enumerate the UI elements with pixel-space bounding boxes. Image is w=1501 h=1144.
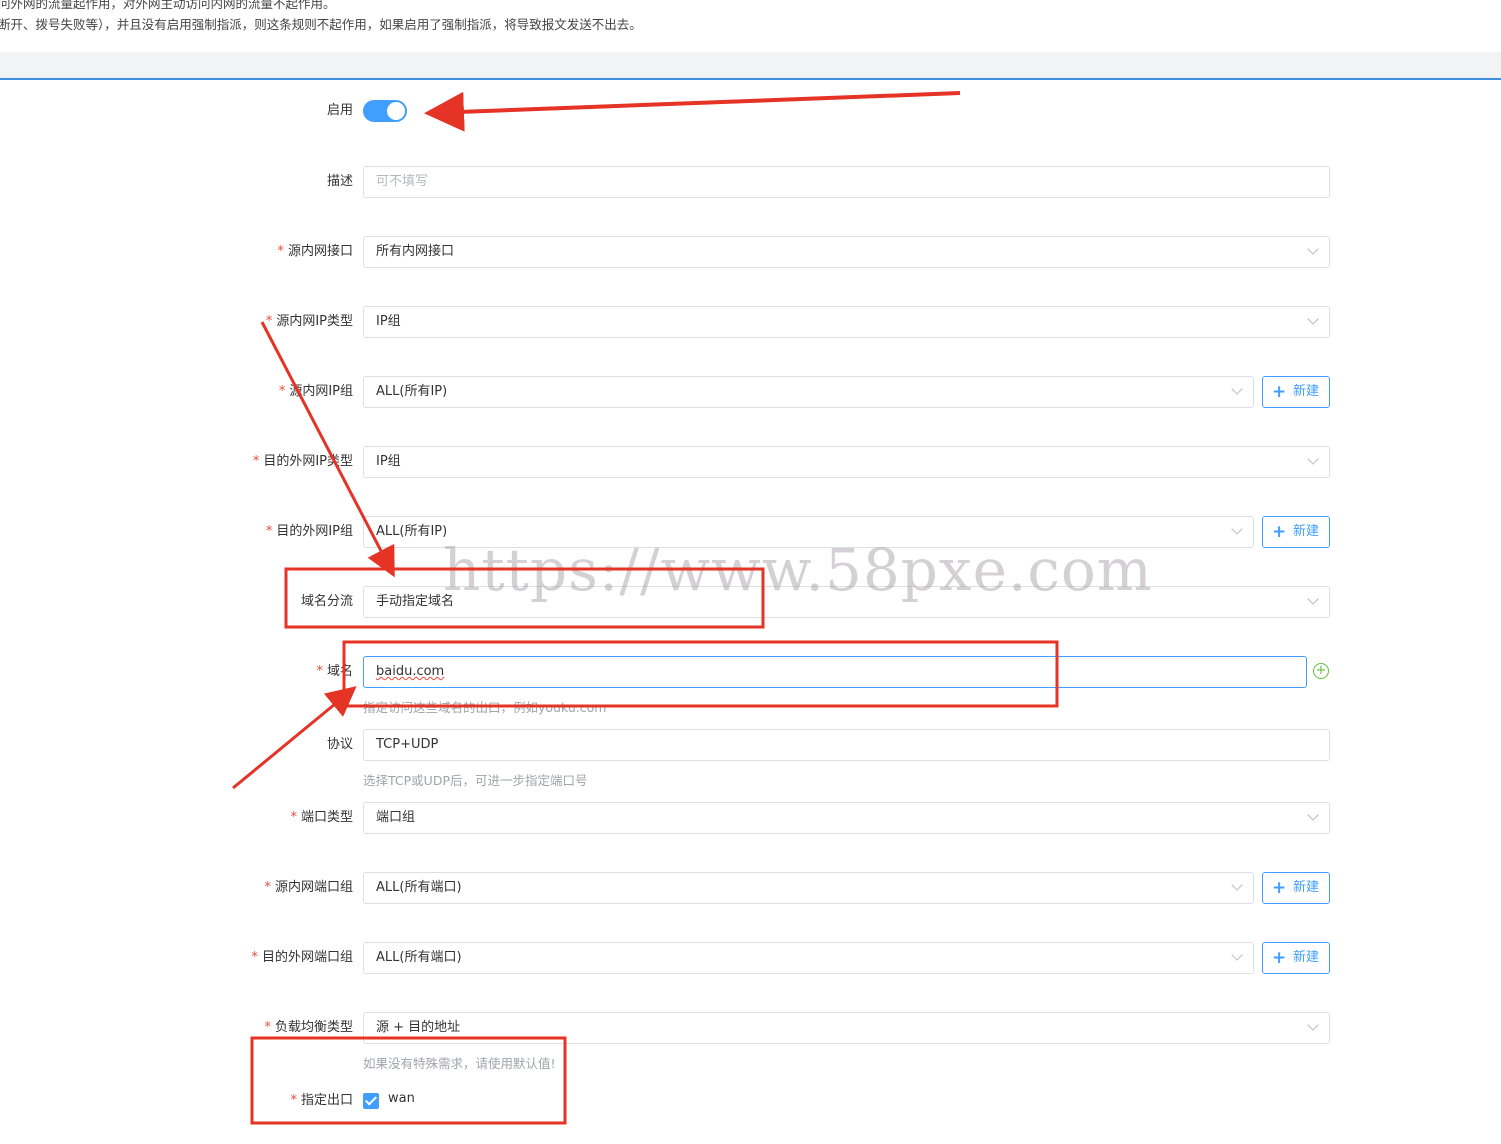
required-mark: * xyxy=(277,244,284,259)
domain-split-label: 域名分流 xyxy=(300,594,353,609)
port-type-label: * 端口类型 xyxy=(290,810,353,825)
notice-line-1: 问外网的流量起作用，对外网主动访问内网的流量不起作用。 xyxy=(0,0,336,11)
chevron-down-icon xyxy=(1307,243,1319,255)
chevron-down-icon xyxy=(1231,383,1243,395)
src-ip-group-label: * 源内网IP组 xyxy=(278,384,353,399)
description-input[interactable]: 可不填写 xyxy=(363,166,1330,198)
required-mark: * xyxy=(290,810,297,825)
dst-port-group-value: ALL(所有端口) xyxy=(376,950,462,965)
chevron-down-icon xyxy=(1307,809,1319,821)
lb-type-value: 源 + 目的地址 xyxy=(376,1020,461,1035)
chevron-down-icon xyxy=(1307,313,1319,325)
chevron-down-icon xyxy=(1307,593,1319,605)
new-button-label: 新建 xyxy=(1293,524,1320,539)
dst-ip-type-label: * 目的外网IP类型 xyxy=(252,454,353,469)
domain-hint: 指定访问这些域名的出口，例如youku.com xyxy=(363,700,607,715)
protocol-select[interactable]: TCP+UDP xyxy=(363,729,1330,761)
required-mark: * xyxy=(264,880,271,895)
plus-icon: + xyxy=(1272,522,1287,542)
enable-toggle[interactable] xyxy=(363,100,407,122)
port-type-select[interactable]: 端口组 xyxy=(363,802,1330,834)
protocol-hint: 选择TCP或UDP后，可进一步指定端口号 xyxy=(363,773,588,788)
new-dst-port-group-button[interactable]: + 新建 xyxy=(1262,942,1330,974)
src-interface-value: 所有内网接口 xyxy=(376,244,455,259)
src-interface-label: * 源内网接口 xyxy=(277,244,353,259)
required-mark: * xyxy=(316,664,323,679)
toggle-knob xyxy=(387,102,405,120)
dst-ip-type-select[interactable]: IP组 xyxy=(363,446,1330,478)
required-mark: * xyxy=(252,454,260,469)
chevron-down-icon xyxy=(1307,453,1319,465)
src-ip-type-select[interactable]: IP组 xyxy=(363,306,1330,338)
new-src-port-group-button[interactable]: + 新建 xyxy=(1262,872,1330,904)
plus-icon: + xyxy=(1272,878,1287,898)
domain-value: baidu.com xyxy=(376,664,445,679)
exit-wan-label[interactable]: wan xyxy=(388,1091,415,1106)
exit-label: * 指定出口 xyxy=(290,1093,353,1108)
required-mark: * xyxy=(251,950,258,965)
required-mark: * xyxy=(265,314,273,329)
domain-label: * 域名 xyxy=(316,664,353,679)
new-button-label: 新建 xyxy=(1293,384,1320,399)
required-mark: * xyxy=(278,384,286,399)
src-interface-select[interactable]: 所有内网接口 xyxy=(363,236,1330,268)
src-ip-group-select[interactable]: ALL(所有IP) xyxy=(363,376,1254,408)
required-mark: * xyxy=(265,524,273,539)
lb-hint: 如果没有特殊需求，请使用默认值! xyxy=(363,1056,556,1071)
required-mark: * xyxy=(264,1020,271,1035)
notice-panel: 问外网的流量起作用，对外网主动访问内网的流量不起作用。 断开、拨号失败等），并且… xyxy=(0,0,1501,52)
dst-ip-group-value: ALL(所有IP) xyxy=(376,524,448,539)
protocol-value: TCP+UDP xyxy=(376,737,439,752)
new-dst-ip-group-button[interactable]: + 新建 xyxy=(1262,516,1330,548)
plus-icon: + xyxy=(1272,948,1287,968)
protocol-label: 协议 xyxy=(326,737,353,752)
domain-input[interactable]: baidu.com xyxy=(363,656,1307,688)
add-domain-icon[interactable]: + xyxy=(1313,663,1329,679)
new-button-label: 新建 xyxy=(1293,880,1320,895)
lb-type-select[interactable]: 源 + 目的地址 xyxy=(363,1012,1330,1044)
chevron-down-icon xyxy=(1231,879,1243,891)
chevron-down-icon xyxy=(1231,523,1243,535)
new-src-ip-group-button[interactable]: + 新建 xyxy=(1262,376,1330,408)
new-button-label: 新建 xyxy=(1293,950,1320,965)
src-port-group-value: ALL(所有端口) xyxy=(376,880,462,895)
exit-wan-checkbox[interactable] xyxy=(363,1093,379,1109)
dst-ip-type-value: IP组 xyxy=(376,454,401,469)
src-port-group-select[interactable]: ALL(所有端口) xyxy=(363,872,1254,904)
notice-line-2: 断开、拨号失败等），并且没有启用强制指派，则这条规则不起作用，如果启用了强制指派… xyxy=(0,17,642,32)
arrow-to-toggle xyxy=(424,91,961,132)
src-ip-type-value: IP组 xyxy=(376,314,401,329)
chevron-down-icon xyxy=(1231,949,1243,961)
description-label: 描述 xyxy=(326,174,353,189)
required-mark: * xyxy=(290,1093,297,1108)
src-port-group-label: * 源内网端口组 xyxy=(264,880,353,895)
enable-label: 启用 xyxy=(326,103,353,118)
watermark-text: https://www.58pxe.com xyxy=(443,536,1153,604)
lb-type-label: * 负载均衡类型 xyxy=(264,1020,353,1035)
section-divider xyxy=(0,52,1501,80)
port-type-value: 端口组 xyxy=(376,810,416,825)
dst-port-group-select[interactable]: ALL(所有端口) xyxy=(363,942,1254,974)
description-placeholder: 可不填写 xyxy=(376,174,429,189)
dst-ip-group-label: * 目的外网IP组 xyxy=(265,524,353,539)
src-ip-type-label: * 源内网IP类型 xyxy=(265,314,353,329)
chevron-down-icon xyxy=(1307,1019,1319,1031)
plus-icon: + xyxy=(1272,382,1287,402)
src-ip-group-value: ALL(所有IP) xyxy=(376,384,448,399)
dst-port-group-label: * 目的外网端口组 xyxy=(251,950,353,965)
